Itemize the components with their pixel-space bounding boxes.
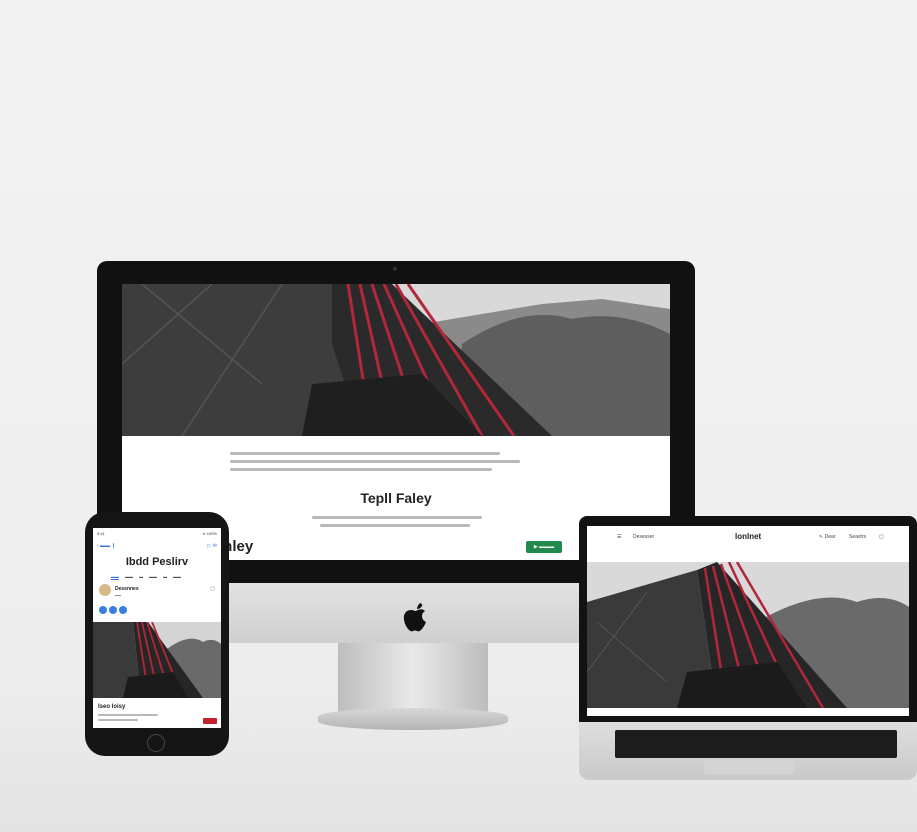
touchpad [704, 760, 794, 774]
page-title: Ibdd Peslirv [125, 556, 189, 568]
tab-3[interactable]: ▬ [139, 574, 143, 579]
tab-6[interactable]: ▬▬ [173, 574, 181, 579]
red-action-button[interactable] [203, 718, 217, 724]
tab-4[interactable]: ▬▬ [149, 574, 157, 579]
user-subtitle: ▬▬ [115, 593, 121, 597]
imac-stand [338, 643, 488, 713]
tab-5[interactable]: ▬ [163, 574, 167, 579]
phone: 9:41 ▪▪ 100% ‹ ▬▬ ❙ ▷ ✉ Ibdd Peslirv ▬▬ ▬… [85, 512, 229, 756]
user-name: Dessnnes [115, 586, 139, 592]
avatar[interactable] [99, 584, 111, 596]
options-icon[interactable]: ▢ [210, 586, 215, 592]
apple-logo-icon [403, 603, 426, 632]
back-button[interactable]: ‹ ▬▬ ❙ [97, 543, 116, 549]
hero-image [587, 562, 909, 708]
section-text [98, 714, 158, 726]
status-indicators: ▪▪ 100% [202, 531, 217, 536]
imac-stand-base [318, 708, 508, 730]
cart-icon[interactable]: ▢ [879, 534, 884, 540]
laptop-base [579, 722, 917, 780]
status-bar: 9:41 ▪▪ 100% [93, 528, 221, 538]
hero-image [93, 622, 221, 698]
tab-2[interactable]: ▬▬ [125, 574, 133, 579]
social-icon-1[interactable] [99, 606, 107, 614]
camera [393, 267, 397, 271]
nav-link-right-1[interactable]: ⇖ Dear [819, 534, 835, 540]
nav-actions[interactable]: ▷ ✉ [208, 543, 217, 549]
section-title: Iseo loisy [98, 704, 126, 710]
social-icon-3[interactable] [119, 606, 127, 614]
laptop-navbar: ☰ Desesser lonlnet ⇖ Dear Seavtrs ▢ [587, 526, 909, 548]
phone-screen: 9:41 ▪▪ 100% ‹ ▬▬ ❙ ▷ ✉ Ibdd Peslirv ▬▬ ▬… [93, 528, 221, 728]
tab-1[interactable]: ▬▬ [111, 574, 119, 580]
green-cta-button[interactable]: ▶ ▬▬▬ [526, 541, 562, 553]
tab-bar: ▬▬ ▬▬ ▬ ▬▬ ▬ ▬▬ [111, 574, 187, 580]
status-time: 9:41 [97, 531, 105, 536]
social-icon-2[interactable] [109, 606, 117, 614]
intro-paragraph [230, 452, 520, 476]
section-title: Tepll Faley [360, 490, 432, 506]
laptop-lid: ☰ Desesser lonlnet ⇖ Dear Seavtrs ▢ [579, 516, 917, 722]
nav-link-right-2[interactable]: Seavtrs [849, 534, 866, 540]
section-paragraph [312, 516, 482, 532]
nav-link[interactable]: Desesser [633, 534, 654, 540]
home-button[interactable] [147, 734, 165, 752]
site-logo[interactable]: lonlnet [735, 532, 761, 541]
menu-icon[interactable]: ☰ [617, 534, 621, 540]
laptop-screen: ☰ Desesser lonlnet ⇖ Dear Seavtrs ▢ [587, 526, 909, 716]
hero-image [122, 284, 670, 436]
keyboard [615, 730, 897, 758]
